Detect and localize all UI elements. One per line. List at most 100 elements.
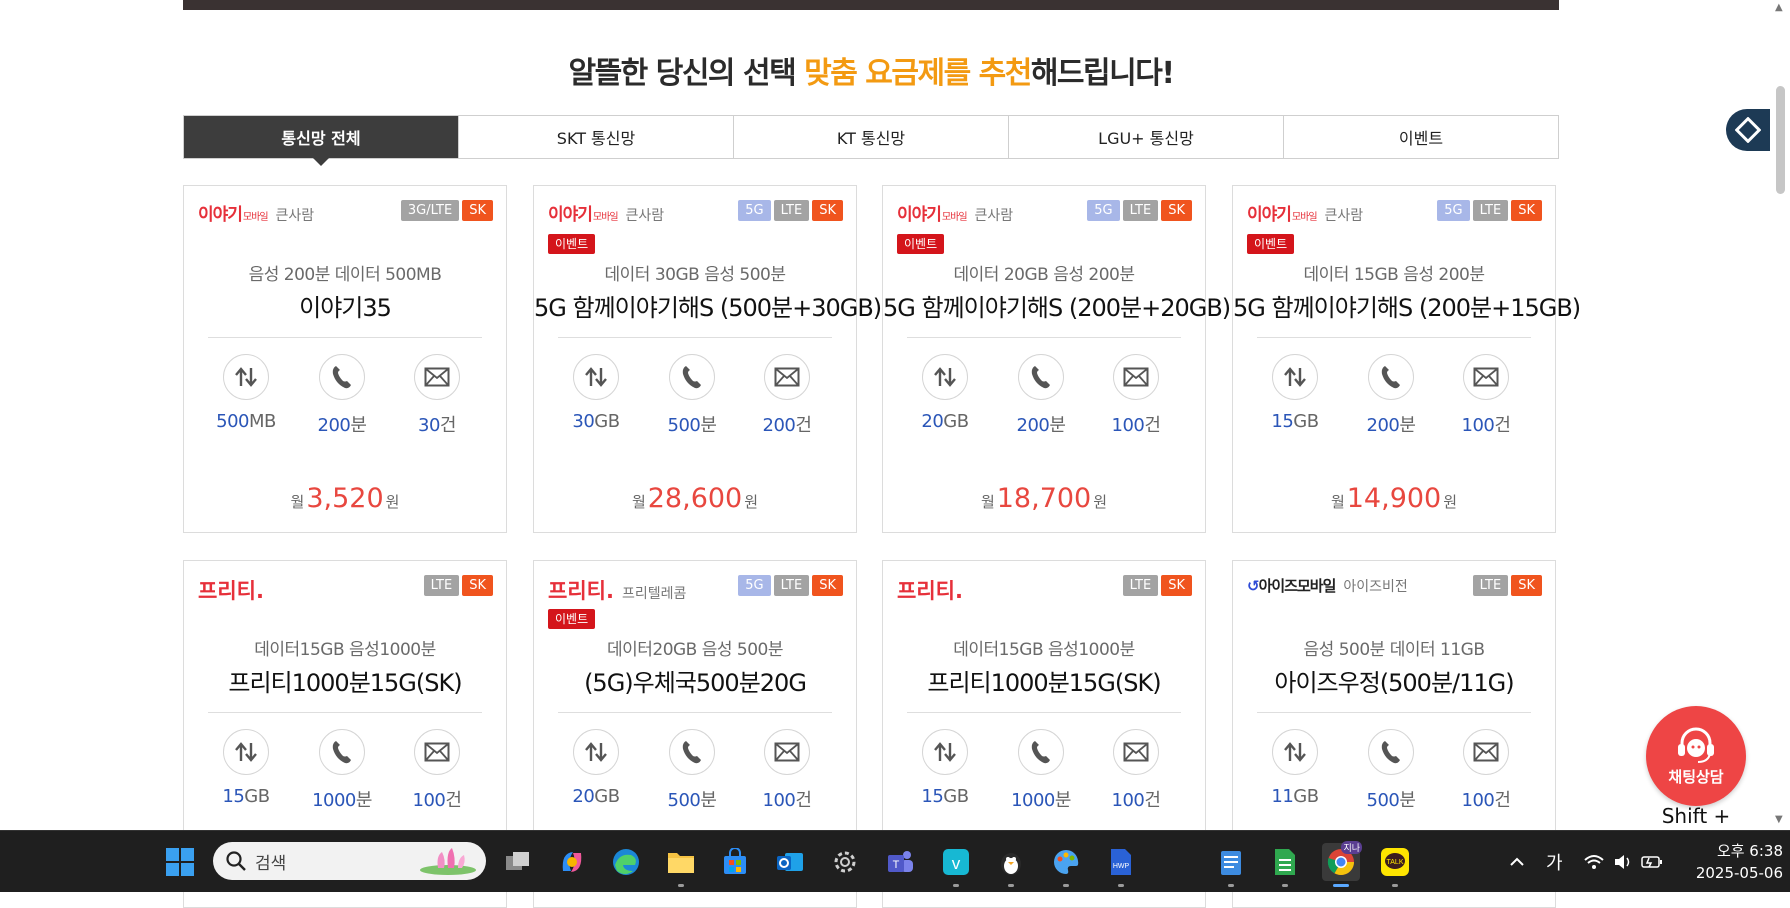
data-feature: 15GB [1255, 354, 1335, 432]
data-unit: GB [943, 411, 969, 432]
data-amount: 15 [921, 786, 944, 807]
windows-taskbar: 검색 T v HWP 지나 TALK 가 오후 6:38 2025-05-06 [0, 830, 1790, 892]
sms-amount: 100 [1461, 415, 1495, 436]
sms-feature: 100건 [1446, 354, 1526, 437]
headline-text-1: 알뜰한 당신의 선택 [568, 56, 805, 91]
tab-event[interactable]: 이벤트 [1283, 116, 1558, 158]
voice-amount: 200 [317, 415, 351, 436]
scroll-down-arrow[interactable]: ▼ [1775, 814, 1783, 825]
brand: 이야기모바일 큰사람 [198, 200, 314, 225]
network-badge: SK [1511, 200, 1542, 221]
chat-consult-button[interactable]: 채팅상담 [1646, 706, 1746, 806]
network-badge: SK [1511, 575, 1542, 596]
sms-unit: 건 [1144, 790, 1161, 811]
start-button[interactable] [161, 843, 199, 881]
notepad-icon [1221, 851, 1241, 875]
tab-lgu[interactable]: LGU+ 통신망 [1008, 116, 1283, 158]
plan-summary: 데이터 20GB 음성 200분 [953, 265, 1135, 285]
message-icon [1123, 367, 1149, 387]
sms-unit: 건 [445, 790, 462, 811]
data-arrows-icon [1284, 742, 1306, 762]
tab-all-networks[interactable]: 통신망 전체 [184, 116, 458, 166]
scroll-thumb[interactable] [1776, 86, 1785, 194]
sms-feature: 100건 [1446, 729, 1526, 812]
plan-card[interactable]: 이야기모바일 큰사람 5G LTE SK 이벤트 데이터 15GB 음성 200분 5G 함께… [1232, 185, 1581, 533]
svg-text:T: T [893, 859, 900, 871]
taskbar-search-box[interactable]: 검색 [213, 842, 486, 880]
lotus-icon [420, 848, 476, 875]
plan-summary: 음성 200분 데이터 500MB [248, 265, 442, 285]
network-badges: 5G LTE SK [1437, 200, 1542, 221]
voice-amount: 500 [667, 790, 701, 811]
plan-card[interactable]: 이야기모바일 큰사람 5G LTE SK 이벤트 데이터 20GB 음성 200분 5G 함께… [882, 185, 1231, 533]
data-unit: MB [248, 411, 276, 432]
data-unit: GB [594, 786, 620, 807]
headline-highlight: 맞춤 요금제를 추천 [804, 56, 1032, 91]
wifi-icon[interactable] [1583, 853, 1605, 871]
data-feature: 15GB [905, 729, 985, 807]
carrier-name: 큰사람 [625, 208, 665, 224]
brand-logo: 이야기모바일 [897, 205, 968, 225]
event-badge: 이벤트 [548, 609, 596, 629]
monthly-price: 월18,700 원 [883, 483, 1205, 514]
outlook-icon [777, 853, 803, 871]
page-scrollbar[interactable]: ▲ ▼ [1771, 0, 1790, 830]
voice-unit: 분 [1054, 790, 1072, 811]
price-unit: 원 [744, 493, 759, 511]
chrome-button[interactable]: 지나 [1322, 841, 1362, 887]
penguin-app-button[interactable] [992, 843, 1030, 887]
price-value: 28,600 [647, 483, 743, 514]
data-feature: 20GB [556, 729, 636, 807]
voice-feature: 500분 [652, 354, 732, 437]
event-badge: 이벤트 [548, 234, 596, 254]
tab-skt[interactable]: SKT 통신망 [458, 116, 733, 158]
task-view-button[interactable] [499, 843, 537, 881]
outlook-button[interactable] [771, 843, 809, 881]
side-widget-button[interactable] [1726, 109, 1770, 151]
speaker-icon[interactable] [1613, 853, 1633, 871]
page-headline: 알뜰한 당신의 선택 맞춤 요금제를 추천해드립니다! [0, 48, 1742, 92]
ime-indicator[interactable]: 가 [1546, 849, 1563, 875]
voice-unit: 분 [355, 790, 373, 811]
plan-card[interactable]: 이야기모바일 큰사람 5G LTE SK 이벤트 데이터 30GB 음성 500분 5G 함께… [533, 185, 882, 533]
data-amount: 20 [921, 411, 944, 432]
store-button[interactable] [716, 843, 754, 881]
kakaotalk-icon: TALK [1381, 848, 1409, 876]
voice-amount: 1000 [312, 790, 356, 811]
network-badge: LTE [773, 200, 810, 221]
copilot-button[interactable] [553, 843, 591, 881]
sms-feature: 100건 [1096, 354, 1176, 437]
search-placeholder: 검색 [255, 853, 287, 874]
plan-summary: 음성 500분 데이터 11GB [1303, 640, 1485, 660]
battery-icon[interactable] [1640, 854, 1663, 870]
plan-card[interactable]: 이야기모바일 큰사람 3G/LTE SK 음성 200분 데이터 500MB 이야기35 5… [183, 185, 507, 533]
hwp-app-button[interactable]: HWP [1102, 843, 1140, 887]
plan-name: 프리티1000분15G(SK) [927, 669, 1161, 697]
data-unit: GB [1293, 411, 1319, 432]
paint-app-button[interactable] [1047, 843, 1085, 887]
chevron-up-icon[interactable] [1508, 853, 1526, 871]
sheet-app-button[interactable] [1266, 843, 1304, 887]
network-badge: 3G/LTE [400, 200, 460, 221]
data-amount: 500 [216, 411, 249, 432]
edge-button[interactable] [607, 843, 645, 881]
data-unit: GB [943, 786, 969, 807]
phone-icon [1031, 741, 1050, 764]
headset-icon [1678, 727, 1714, 763]
network-badge: SK [812, 575, 843, 596]
sms-feature: 100건 [747, 729, 827, 812]
notepad-button[interactable] [1212, 843, 1250, 887]
tab-kt[interactable]: KT 통신망 [733, 116, 1008, 158]
v-app-button[interactable]: v [937, 843, 975, 887]
file-explorer-button[interactable] [662, 843, 700, 887]
taskbar-clock[interactable]: 오후 6:38 2025-05-06 [1683, 840, 1783, 884]
teams-button[interactable]: T [881, 843, 919, 881]
data-feature: 11GB [1255, 729, 1335, 807]
settings-button[interactable] [826, 843, 864, 881]
plan-name: 5G 함께이야기해S (200분+20GB) [883, 294, 1231, 322]
data-amount: 11 [1271, 786, 1294, 807]
teams-icon: T [888, 851, 913, 872]
voice-amount: 200 [1366, 415, 1400, 436]
scroll-up-arrow[interactable]: ▲ [1775, 2, 1783, 13]
kakaotalk-button[interactable]: TALK [1376, 843, 1414, 887]
